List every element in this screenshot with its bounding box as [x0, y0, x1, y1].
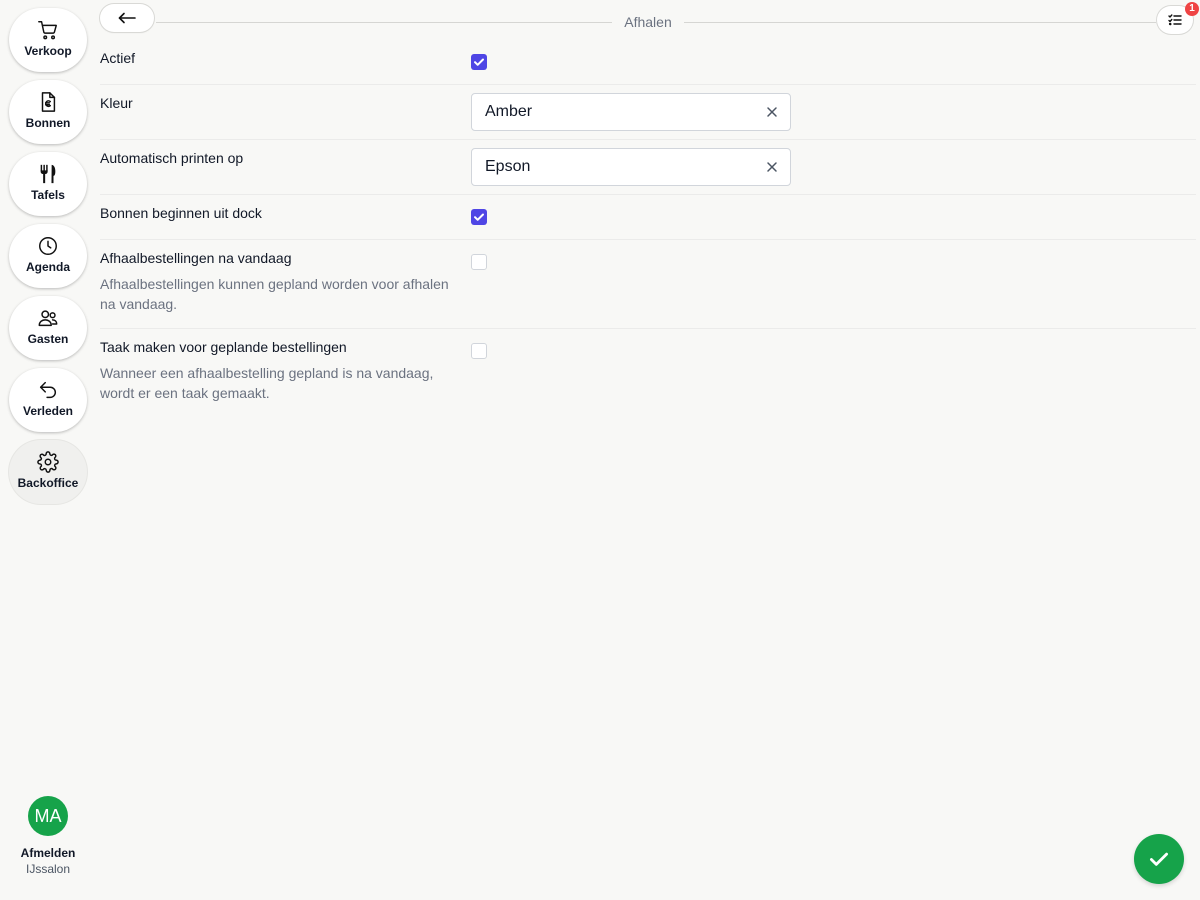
- nav-label-bonnen: Bonnen: [25, 116, 71, 130]
- setting-description: Afhaalbestellingen kunnen gepland worden…: [100, 276, 449, 312]
- kleur-select[interactable]: Amber: [471, 93, 791, 131]
- nav-label-agenda: Agenda: [25, 260, 70, 274]
- utensils-icon: [40, 164, 56, 184]
- nav-label-tafels: Tafels: [31, 188, 65, 202]
- setting-row-dock: Bonnen beginnen uit dock: [100, 195, 1196, 240]
- nav-item-agenda[interactable]: Agenda: [9, 224, 87, 288]
- taak-checkbox[interactable]: [471, 343, 487, 359]
- confirm-button[interactable]: [1134, 834, 1184, 884]
- nav-item-gasten[interactable]: Gasten: [9, 296, 87, 360]
- nav-label-gasten: Gasten: [27, 332, 69, 346]
- dock-checkbox[interactable]: [471, 209, 487, 225]
- nav-item-backoffice[interactable]: Backoffice: [9, 440, 87, 504]
- settings-list: Actief Kleur Amber Automatisch printen o…: [100, 40, 1196, 419]
- tasks-button[interactable]: 1: [1157, 2, 1199, 34]
- clear-icon[interactable]: [766, 161, 778, 173]
- page-title: Afhalen: [624, 14, 672, 30]
- setting-label: Taak maken voor geplande bestellingen: [100, 339, 347, 355]
- printer-select-value: Epson: [485, 158, 531, 175]
- gear-icon: [37, 451, 59, 473]
- shopping-cart-icon: [38, 21, 57, 40]
- na-vandaag-checkbox[interactable]: [471, 254, 487, 270]
- user-block[interactable]: MA Afmelden IJssalon: [0, 796, 96, 876]
- checkmark-icon: [474, 213, 484, 221]
- setting-label: Kleur: [100, 95, 133, 111]
- setting-row-taak: Taak maken voor geplande bestellingen Wa…: [100, 329, 1196, 419]
- checkmark-icon: [1150, 852, 1168, 866]
- setting-row-kleur: Kleur Amber: [100, 85, 1196, 140]
- back-button[interactable]: [100, 4, 154, 32]
- nav-label-backoffice: Backoffice: [17, 476, 79, 490]
- divider-right: [684, 22, 1156, 23]
- setting-row-printen: Automatisch printen op Epson: [100, 140, 1196, 195]
- nav-item-tafels[interactable]: Tafels: [9, 152, 87, 216]
- setting-row-actief: Actief: [100, 40, 1196, 85]
- undo-arrow-icon: [39, 381, 56, 399]
- printer-select[interactable]: Epson: [471, 148, 791, 186]
- avatar[interactable]: MA: [28, 796, 68, 836]
- organization-name: IJssalon: [25, 862, 71, 876]
- task-list-icon: [1168, 14, 1182, 26]
- top-bar: Afhalen 1: [100, 2, 1199, 34]
- divider-left: [156, 22, 612, 23]
- setting-label: Bonnen beginnen uit dock: [100, 205, 262, 221]
- nav-item-verleden[interactable]: Verleden: [9, 368, 87, 432]
- sidebar: Verkoop Bonnen Tafels Agenda Gasten Verl…: [0, 0, 96, 900]
- setting-label: Actief: [100, 50, 136, 66]
- kleur-select-value: Amber: [485, 103, 533, 120]
- clear-icon[interactable]: [766, 106, 778, 118]
- nav-label-verkoop: Verkoop: [24, 44, 72, 58]
- arrow-left-icon: [118, 12, 136, 24]
- tasks-count-badge: 1: [1185, 2, 1199, 16]
- setting-label: Afhaalbestellingen na vandaag: [100, 250, 292, 266]
- receipt-euro-icon: [41, 92, 56, 112]
- logout-label[interactable]: Afmelden: [0, 846, 96, 860]
- clock-icon: [39, 237, 57, 255]
- nav-label-verleden: Verleden: [22, 404, 74, 418]
- actief-checkbox[interactable]: [471, 54, 487, 70]
- setting-description: Wanneer een afhaalbestelling gepland is …: [100, 365, 434, 401]
- users-icon: [38, 310, 58, 327]
- checkmark-icon: [474, 58, 484, 66]
- nav-item-verkoop[interactable]: Verkoop: [9, 8, 87, 72]
- nav-item-bonnen[interactable]: Bonnen: [9, 80, 87, 144]
- setting-label: Automatisch printen op: [100, 150, 244, 166]
- setting-row-na-vandaag: Afhaalbestellingen na vandaag Afhaalbest…: [100, 240, 1196, 329]
